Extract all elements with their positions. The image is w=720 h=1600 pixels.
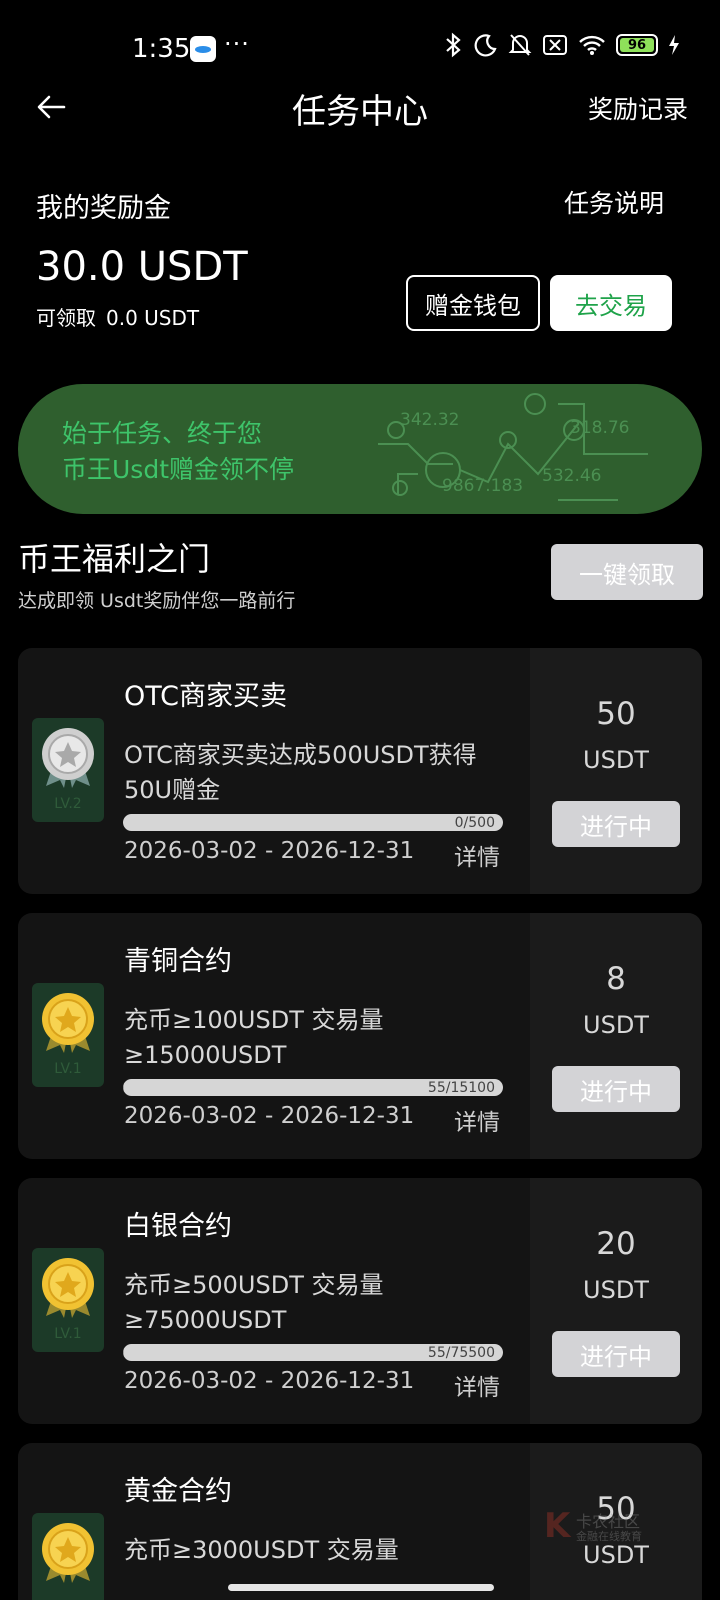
bluetooth-icon: [446, 32, 461, 58]
task-progress-bar: 0/500: [123, 814, 503, 831]
banner-line-1: 始于任务、终于您: [62, 419, 263, 448]
task-title: OTC商家买卖: [124, 681, 288, 712]
nav-bar: 任务中心 奖励记录: [0, 78, 720, 134]
banner-chart-decoration: [378, 393, 648, 501]
watermark-line-2: 金融在线教育: [576, 1530, 642, 1543]
progress-fill: [123, 1079, 125, 1096]
status-time: 1:35: [132, 34, 191, 64]
task-date-range: 2026-03-02 - 2026-12-31: [124, 1368, 415, 1394]
battery-icon: 96: [616, 34, 658, 56]
section-title: 币王福利之门: [18, 540, 211, 578]
section-subtitle: 达成即领 Usdt奖励伴您一路前行: [18, 590, 296, 612]
no-sim-icon: [543, 35, 567, 55]
gold-medal-icon: [42, 993, 94, 1053]
task-date-range: 2026-03-02 - 2026-12-31: [124, 1103, 415, 1129]
watermark-logo: K 卡农社区 金融在线教育: [544, 1506, 674, 1546]
gold-medal-icon: [42, 1258, 94, 1318]
home-indicator[interactable]: [228, 1584, 494, 1591]
task-status-button[interactable]: 进行中: [552, 801, 680, 847]
claim-all-button[interactable]: 一键领取: [551, 544, 703, 600]
task-reward-unit: USDT: [583, 1011, 649, 1039]
task-progress-bar: 55/15100: [123, 1079, 503, 1096]
task-title: 黄金合约: [124, 1476, 232, 1507]
badge-level: LV.2: [54, 796, 82, 812]
task-detail-link[interactable]: 详情: [454, 1103, 500, 1137]
moon-icon: [474, 34, 497, 57]
reward-amount: 30.0 USDT: [36, 244, 248, 290]
banner-line-2: 币王Usdt赠金领不停: [62, 455, 294, 484]
more-notifications-icon: ···: [224, 30, 250, 58]
badge: [32, 1513, 104, 1600]
watermark-mark: K: [544, 1506, 571, 1546]
task-detail-link[interactable]: 详情: [454, 1368, 500, 1402]
charging-icon: [669, 35, 679, 55]
go-trade-button[interactable]: 去交易: [550, 275, 672, 331]
task-card[interactable]: LV.1 青铜合约 充币≥100USDT 交易量≥15000USDT 55/15…: [18, 913, 702, 1159]
battery-level: 96: [627, 37, 647, 53]
silver-medal-icon: [42, 728, 94, 788]
status-icons: 96: [442, 32, 680, 58]
progress-text: 55/75500: [427, 1345, 495, 1361]
task-reward-amount: 20: [596, 1226, 636, 1262]
task-reward-amount: 50: [596, 696, 636, 732]
badge: LV.1: [32, 1248, 104, 1352]
task-reward-unit: USDT: [583, 1276, 649, 1304]
badge-level: LV.1: [54, 1326, 82, 1342]
task-description: 充币≥500USDT 交易量≥75000USDT: [124, 1271, 384, 1334]
task-card[interactable]: LV.2 OTC商家买卖 OTC商家买卖达成500USDT获得50U赠金 0/5…: [18, 648, 702, 894]
claimable-info: 可领取 0.0 USDT: [36, 302, 199, 331]
task-description: 充币≥100USDT 交易量≥15000USDT: [124, 1006, 384, 1069]
task-reward-amount: 8: [606, 961, 626, 997]
task-instructions-link[interactable]: 任务说明: [564, 184, 664, 220]
banner-number: 342.32: [400, 410, 460, 430]
badge: LV.1: [32, 983, 104, 1087]
progress-text: 55/15100: [427, 1080, 495, 1096]
my-reward-label: 我的奖励金: [36, 193, 171, 224]
app-notification-icon: [190, 36, 216, 62]
task-status-button[interactable]: 进行中: [552, 1066, 680, 1112]
task-date-range: 2026-03-02 - 2026-12-31: [124, 838, 415, 864]
reward-history-link[interactable]: 奖励记录: [588, 90, 688, 126]
mute-bell-icon: [508, 34, 532, 56]
task-title: 白银合约: [124, 1211, 232, 1242]
task-progress-bar: 55/75500: [123, 1344, 503, 1361]
task-status-button[interactable]: 进行中: [552, 1331, 680, 1377]
claimable-value: 0.0 USDT: [106, 306, 200, 330]
gold-medal-icon: [42, 1523, 94, 1583]
wifi-icon: [579, 35, 605, 55]
bonus-wallet-button[interactable]: 赠金钱包: [406, 275, 540, 331]
banner-number: 532.46: [542, 466, 602, 486]
progress-text: 0/500: [454, 815, 495, 831]
claimable-label: 可领取: [36, 306, 96, 330]
banner-number: 9867.183: [442, 476, 524, 496]
task-card[interactable]: LV.1 白银合约 充币≥500USDT 交易量≥75000USDT 55/75…: [18, 1178, 702, 1424]
task-detail-link[interactable]: 详情: [454, 838, 500, 872]
task-reward-unit: USDT: [583, 746, 649, 774]
banner-number: 318.76: [570, 418, 630, 438]
task-description: 充币≥3000USDT 交易量: [124, 1536, 399, 1564]
badge-level: LV.1: [54, 1061, 82, 1077]
task-description: OTC商家买卖达成500USDT获得50U赠金: [124, 741, 477, 804]
promo-banner[interactable]: 始于任务、终于您 币王Usdt赠金领不停 342.32 318.76 532.4…: [18, 384, 702, 514]
task-title: 青铜合约: [124, 946, 232, 977]
badge: LV.2: [32, 718, 104, 822]
